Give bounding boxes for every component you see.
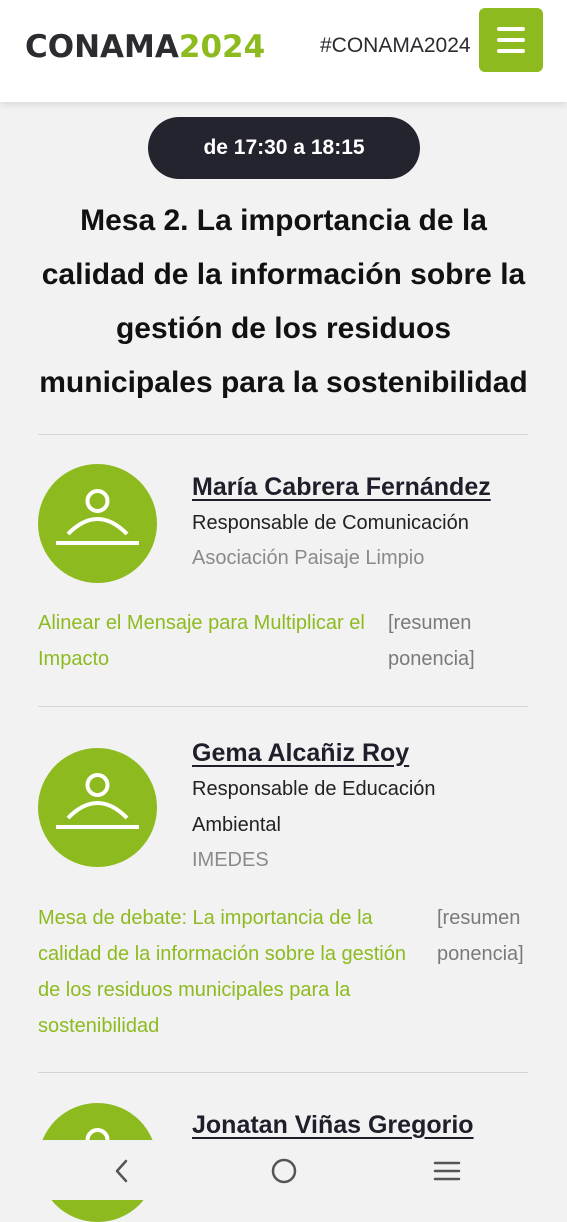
hashtag-text: #CONAMA2024 <box>320 34 471 57</box>
talk-title-link[interactable]: Alinear el Mensaje para Multiplicar el I… <box>38 605 378 677</box>
back-button[interactable] <box>75 1140 165 1200</box>
speaker-avatar <box>38 748 157 867</box>
speaker-name-link[interactable]: María Cabrera Fernández <box>192 470 491 504</box>
person-placeholder-icon <box>56 489 139 545</box>
speaker-name-link[interactable]: Jonatan Viñas Gregorio <box>192 1108 474 1142</box>
logo-main-text: CONAMA <box>25 29 179 65</box>
home-button[interactable] <box>239 1140 329 1200</box>
divider <box>38 434 528 435</box>
menu-button[interactable] <box>479 8 543 72</box>
recent-apps-icon <box>433 1161 461 1181</box>
site-header: CONAMA2024 #CONAMA2024 <box>0 0 567 102</box>
summary-link[interactable]: [resumen ponencia] <box>388 605 488 677</box>
speaker-organization: Asociación Paisaje Limpio <box>192 547 425 569</box>
person-placeholder-icon <box>56 773 139 829</box>
home-circle-icon <box>271 1158 297 1184</box>
recent-apps-button[interactable] <box>402 1140 492 1200</box>
system-navigation-bar <box>0 1140 567 1200</box>
talk-title-link[interactable]: Mesa de debate: La importancia de la cal… <box>38 900 408 1044</box>
speaker-role: Responsable de Educación Ambiental <box>192 778 436 836</box>
logo-year-text: 2024 <box>178 29 266 65</box>
speaker-avatar <box>38 464 157 583</box>
summary-link[interactable]: [resumen ponencia] <box>437 900 537 972</box>
divider <box>38 1072 528 1073</box>
speaker-name-link[interactable]: Gema Alcañiz Roy <box>192 736 409 770</box>
conama-logo[interactable]: CONAMA2024 <box>25 27 265 67</box>
speaker-organization: IMEDES <box>192 849 269 871</box>
divider <box>38 706 528 707</box>
session-time-badge: de 17:30 a 18:15 <box>148 117 420 179</box>
session-title: Mesa 2. La importancia de la calidad de … <box>39 204 528 399</box>
back-chevron-icon <box>115 1159 128 1183</box>
speaker-role: Responsable de Comunicación <box>192 512 469 534</box>
